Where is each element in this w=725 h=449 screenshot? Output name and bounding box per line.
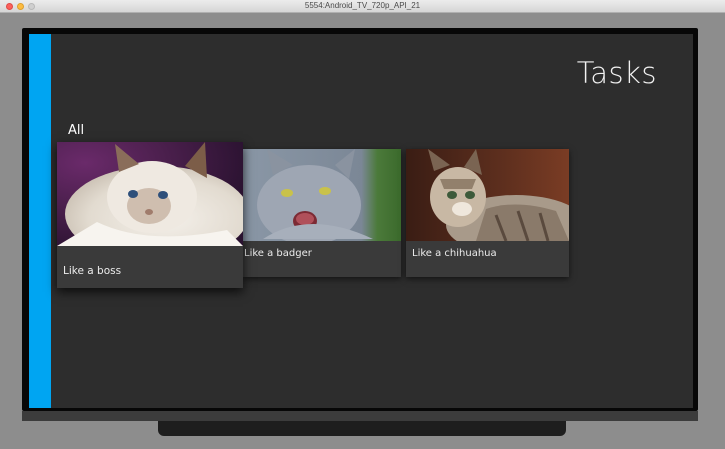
card-caption: Like a chihuahua [412,248,497,259]
ragdoll-cat-image [57,142,243,246]
tv-stand [158,421,566,436]
hissing-gray-cat-image [243,149,401,241]
tv-base [22,411,698,421]
tabby-cat-image [406,149,569,241]
row-header: All [68,123,85,138]
page-title: Tasks [576,56,657,90]
card-like-a-chihuahua[interactable]: Like a chihuahua [406,149,569,277]
card-like-a-boss[interactable]: Like a boss [57,142,243,288]
window-title: 5554:Android_TV_720p_API_21 [304,1,421,10]
window-title-bar: 5554:Android_TV_720p_API_21 [0,0,725,13]
card-caption: Like a badger [244,248,312,259]
card-caption: Like a boss [63,265,122,277]
card-like-a-badger[interactable]: Like a badger [243,149,401,277]
tv-screen: Tasks All Like a boss Like a badger Like… [29,34,693,408]
navigation-rail[interactable] [29,34,51,408]
